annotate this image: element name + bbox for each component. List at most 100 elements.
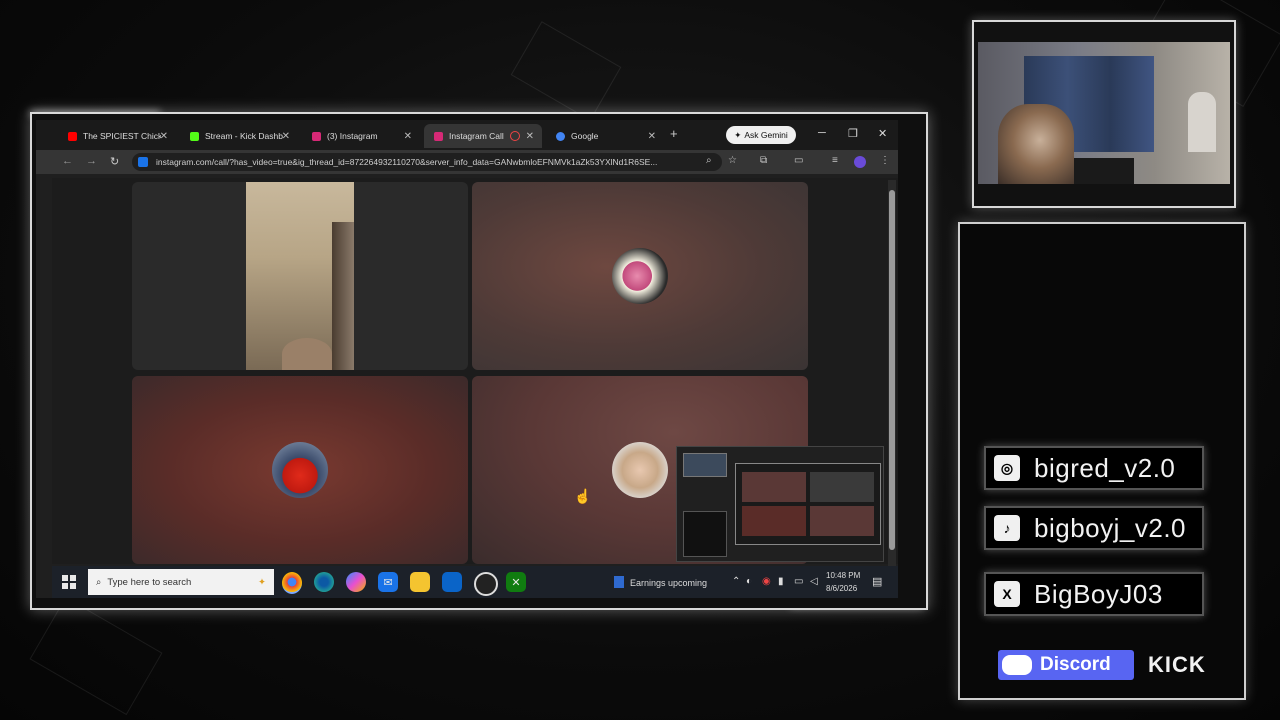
tiktok-social-badge: ♪ bigboyj_v2.0 [984, 506, 1204, 550]
close-icon[interactable]: ✕ [282, 131, 290, 142]
video-tile-participant[interactable] [472, 182, 808, 370]
network-icon[interactable]: ▭ [794, 576, 803, 587]
sparkle-icon: ✦ [734, 129, 742, 140]
instagram-icon: ◎ [994, 455, 1020, 481]
participant-avatar [612, 248, 668, 304]
tiktok-handle: bigboyj_v2.0 [1034, 512, 1186, 543]
tray-icon[interactable]: ◐ [746, 576, 752, 587]
close-window-button[interactable]: ✕ [878, 127, 887, 140]
webcam-shirt [1074, 158, 1134, 184]
video-tile-participant[interactable] [132, 376, 468, 564]
xbox-icon[interactable]: ✕ [506, 572, 526, 592]
news-icon[interactable] [614, 576, 624, 588]
obs-icon[interactable] [474, 572, 498, 596]
background-hex-decoration [510, 21, 622, 121]
windows-start-icon[interactable] [62, 575, 76, 589]
minimize-button[interactable]: ─ [818, 127, 826, 139]
back-icon[interactable]: ← [62, 155, 73, 167]
microphone-icon[interactable]: ▮ [778, 576, 784, 587]
preview-thumbnail[interactable] [683, 453, 727, 477]
window-preview-popup[interactable] [676, 446, 884, 562]
webcam-person [998, 104, 1074, 184]
copilot-icon[interactable] [346, 572, 366, 592]
webcam-shelf [1188, 92, 1216, 152]
news-label[interactable]: Earnings upcoming [630, 578, 707, 588]
cast-icon[interactable]: ▭ [794, 155, 803, 166]
forward-icon[interactable]: → [86, 155, 97, 167]
participant-avatar [272, 442, 328, 498]
tab-kick-dashboard[interactable]: Stream - Kick Dashboard ✕ [180, 124, 298, 148]
volume-icon[interactable]: ◁ [810, 576, 818, 587]
webcam-panel [972, 20, 1236, 208]
recording-icon [510, 131, 520, 141]
extensions-icon[interactable]: ⧉ [760, 155, 767, 166]
file-explorer-icon[interactable] [410, 572, 430, 592]
preview-tile [810, 506, 874, 536]
close-icon[interactable]: ✕ [160, 131, 168, 142]
address-bar[interactable]: instagram.com/call/?has_video=true&ig_th… [132, 153, 722, 171]
cursor-icon: ☝ [574, 488, 592, 504]
zoom-icon[interactable]: ⌕ [706, 155, 712, 166]
preview-tile [742, 472, 806, 502]
google-icon [556, 131, 565, 141]
restore-button[interactable]: ❐ [848, 127, 858, 140]
ask-gemini-button[interactable]: ✦ Ask Gemini [726, 126, 796, 144]
tab-instagram-call[interactable]: Instagram Call ✕ [424, 124, 542, 148]
chevron-up-icon[interactable]: ⌃ [732, 576, 740, 587]
discord-label: Discord [1040, 654, 1111, 675]
kick-logo: KICK [1148, 652, 1206, 677]
instagram-handle: bigred_v2.0 [1034, 452, 1176, 483]
site-info-icon[interactable] [138, 157, 148, 167]
participant-avatar [612, 442, 668, 498]
sparkle-icon: ✦ [258, 576, 266, 588]
instagram-icon [434, 131, 443, 141]
webcam-feed [978, 42, 1230, 184]
close-icon[interactable]: ✕ [526, 131, 534, 142]
search-icon: ⌕ [96, 576, 102, 588]
notification-icon[interactable]: ▤ [872, 575, 882, 588]
mail-icon[interactable]: ✉ [378, 572, 398, 592]
tab-instagram[interactable]: (3) Instagram ✕ [302, 124, 420, 148]
media-icon[interactable]: ≡ [832, 155, 838, 166]
profile-icon[interactable] [854, 156, 866, 168]
tab-google[interactable]: Google ✕ [546, 124, 664, 148]
reload-icon[interactable]: ↻ [110, 155, 119, 168]
background-hex-decoration [29, 596, 163, 716]
video-tile-camera[interactable] [132, 182, 468, 370]
taskbar-search-input[interactable]: ⌕ Type here to search ✦ [88, 569, 274, 595]
edge-icon[interactable] [314, 572, 334, 592]
camera-feed-shadow [332, 222, 354, 370]
new-tab-button[interactable]: + [670, 126, 678, 141]
browser-window: The SPICIEST Chicken ✕ Stream - Kick Das… [36, 120, 898, 598]
preview-thumbnail[interactable] [683, 511, 727, 557]
tab-spiciest-chicken[interactable]: The SPICIEST Chicken ✕ [58, 124, 176, 148]
close-icon[interactable]: ✕ [404, 131, 412, 142]
instagram-icon [312, 131, 321, 141]
youtube-icon [68, 131, 77, 141]
instagram-social-badge: ◎ bigred_v2.0 [984, 446, 1204, 490]
kick-icon [190, 131, 199, 141]
tab-label: Instagram Call [449, 131, 504, 141]
clock-date[interactable]: 8/6/2026 [826, 584, 857, 593]
chrome-icon[interactable] [282, 572, 302, 594]
x-icon: X [994, 581, 1020, 607]
preview-thumbnail-main[interactable] [735, 463, 881, 545]
tab-label: Google [571, 131, 599, 141]
camera-feed-face [282, 338, 332, 370]
menu-icon[interactable]: ⋮ [880, 155, 890, 166]
scrollbar[interactable] [888, 180, 896, 566]
preview-tile [810, 472, 874, 502]
bookmark-star-icon[interactable]: ☆ [728, 155, 737, 166]
close-icon[interactable]: ✕ [648, 131, 656, 142]
discord-badge: Discord [998, 650, 1134, 680]
scrollbar-thumb[interactable] [889, 190, 895, 550]
tab-label: The SPICIEST Chicken [83, 131, 161, 141]
preview-tile [742, 506, 806, 536]
tray-icon[interactable]: ◉ [762, 576, 771, 587]
store-icon[interactable] [442, 572, 462, 592]
clock-time[interactable]: 10:48 PM [826, 571, 860, 580]
search-placeholder: Type here to search [107, 576, 192, 588]
ask-gemini-label: Ask Gemini [744, 130, 788, 140]
address-bar-row: ← → ↻ instagram.com/call/?has_video=true… [36, 150, 898, 174]
x-handle: BigBoyJ03 [1034, 578, 1163, 609]
